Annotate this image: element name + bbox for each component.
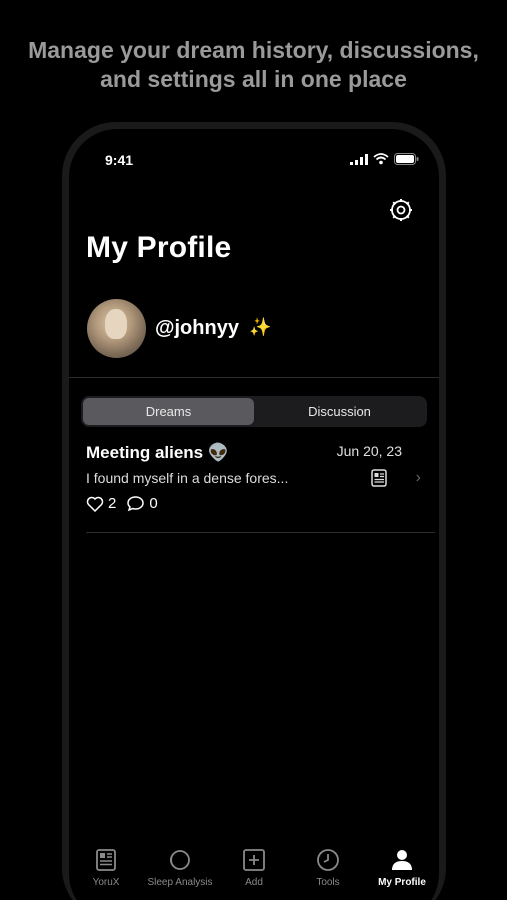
dream-list-item[interactable]: Meeting aliens 👽 Jun 20, 23 I found myse… — [86, 439, 435, 533]
newspaper-icon — [371, 469, 387, 487]
segment-dreams[interactable]: Dreams — [83, 398, 254, 425]
battery-icon — [394, 153, 419, 165]
tab-label: Add — [245, 877, 263, 888]
clock-icon — [317, 849, 339, 871]
promo-line-2: and settings all in one place — [100, 66, 407, 92]
tab-label: Sleep Analysis — [147, 877, 213, 888]
sparkle-icon: ✨ — [249, 317, 272, 337]
profile-divider — [69, 377, 439, 378]
username-handle: @johnyy — [155, 317, 239, 339]
promo-headline: Manage your dream history, discussions, … — [0, 36, 507, 94]
like-count: 2 — [108, 495, 117, 512]
segmented-control: Dreams Discussion — [81, 396, 427, 427]
add-icon — [243, 849, 265, 871]
comment-icon[interactable] — [126, 495, 145, 512]
settings-gear-icon[interactable] — [388, 197, 414, 223]
tab-add[interactable]: Add — [217, 847, 291, 900]
phone-frame: 9:41 My Profile @johnyy ✨ Dreams Discuss… — [62, 122, 446, 900]
chevron-right-icon: › — [415, 469, 421, 486]
avatar-photo — [105, 309, 127, 339]
tab-label: My Profile — [378, 877, 426, 888]
tab-label: YoruX — [92, 877, 120, 888]
comment-count: 0 — [149, 495, 158, 512]
dream-title: Meeting aliens 👽 — [86, 443, 230, 462]
wifi-icon — [373, 153, 389, 165]
person-icon — [392, 850, 412, 870]
segment-discussion[interactable]: Discussion — [254, 398, 425, 425]
page-title: My Profile — [86, 231, 232, 264]
tab-yorux[interactable]: YoruX — [69, 847, 143, 900]
heart-icon[interactable] — [86, 496, 104, 512]
dream-date: Jun 20, 23 — [336, 443, 402, 459]
dream-stats: 2 0 — [86, 495, 158, 512]
status-time: 9:41 — [105, 152, 134, 168]
tab-my-profile[interactable]: My Profile — [365, 847, 439, 900]
tab-sleep-analysis[interactable]: Sleep Analysis — [143, 847, 217, 900]
dream-excerpt: I found myself in a dense fores... — [86, 470, 289, 486]
tab-tools[interactable]: Tools — [291, 847, 365, 900]
phone-screen: 9:41 My Profile @johnyy ✨ Dreams Discuss… — [69, 129, 439, 900]
newspaper-icon — [96, 849, 116, 871]
moon-icon — [170, 850, 190, 870]
list-divider — [86, 532, 435, 533]
promo-line-1: Manage your dream history, discussions, — [28, 37, 479, 63]
status-icons — [350, 153, 419, 165]
tab-bar: YoruX Sleep Analysis Add Tools My Profil… — [69, 847, 439, 900]
avatar[interactable] — [87, 299, 146, 358]
tab-label: Tools — [316, 877, 340, 888]
signal-icon — [350, 153, 368, 165]
